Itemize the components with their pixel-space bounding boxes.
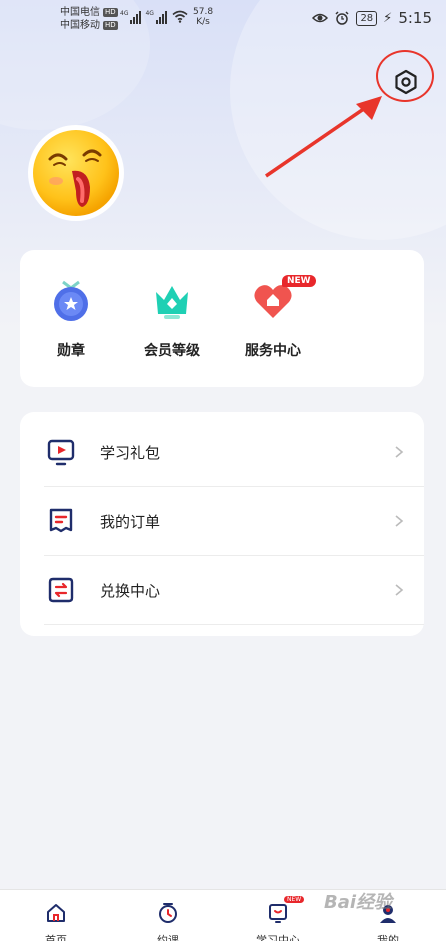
medal-icon xyxy=(54,280,88,321)
carrier-1: 中国电信 HD xyxy=(60,6,118,19)
status-bar: 中国电信 HD 中国移动 HD 4G 4G 57.8 K/s 28 ⚡ 5:15 xyxy=(0,0,446,40)
hd-badge: HD xyxy=(103,8,118,17)
feature-label: 服务中心 xyxy=(245,343,301,359)
feature-card: 勋章 会员等级 NEW 服务中心 xyxy=(20,250,424,387)
feature-medal[interactable]: 勋章 xyxy=(26,278,116,360)
menu-card: 学习礼包 我的订单 兑换中心 xyxy=(20,412,424,636)
menu-item-label: 兑换中心 xyxy=(100,581,161,600)
settings-hexagon-icon xyxy=(395,69,417,95)
order-doc-icon xyxy=(49,508,73,533)
settings-button[interactable] xyxy=(384,60,428,104)
carriers: 中国电信 HD 中国移动 HD xyxy=(60,6,118,32)
network-speed: 57.8 K/s xyxy=(193,7,213,27)
menu-item-label: 学习礼包 xyxy=(100,443,161,462)
carrier-1-name: 中国电信 xyxy=(60,7,100,18)
feature-label: 会员等级 xyxy=(144,343,200,359)
feature-service-center[interactable]: NEW 服务中心 xyxy=(228,275,318,360)
menu-item-exchange-center[interactable]: 兑换中心 xyxy=(44,556,424,625)
emoji-avatar-icon xyxy=(33,130,119,216)
nav-label: 首页 xyxy=(45,934,67,941)
menu-item-label: 我的订单 xyxy=(100,512,161,531)
study-icon xyxy=(269,904,287,923)
nav-label: 我的 xyxy=(377,934,399,941)
carrier-2: 中国移动 HD xyxy=(60,19,118,32)
clock-time: 5:15 xyxy=(398,9,432,27)
nav-book-class[interactable]: 约课 xyxy=(128,902,208,941)
net-speed-value: 57.8 xyxy=(193,7,214,17)
alarm-icon xyxy=(335,11,349,25)
signal-icon: 4G xyxy=(145,10,167,24)
hd-badge: HD xyxy=(103,21,118,30)
signal-icons: 4G 4G xyxy=(120,10,167,24)
chevron-right-icon xyxy=(395,515,404,527)
nav-label: 学习中心 xyxy=(256,934,300,941)
new-badge: NEW xyxy=(282,275,316,287)
chevron-right-icon xyxy=(395,446,404,458)
signal-icon: 4G xyxy=(120,10,142,24)
nav-home[interactable]: 首页 xyxy=(16,902,96,941)
status-right: 28 ⚡ 5:15 xyxy=(312,9,432,27)
video-play-icon xyxy=(47,439,75,466)
nav-study-center[interactable]: NEW 学习中心 xyxy=(238,896,318,941)
feature-label: 勋章 xyxy=(57,343,85,359)
feature-member-level[interactable]: 会员等级 xyxy=(127,278,217,360)
avatar[interactable] xyxy=(28,125,124,221)
charging-icon: ⚡ xyxy=(383,10,393,26)
net-speed-unit: K/s xyxy=(196,17,210,27)
eye-icon xyxy=(312,13,329,23)
new-badge: NEW xyxy=(284,896,305,903)
carrier-2-name: 中国移动 xyxy=(60,20,100,31)
chevron-right-icon xyxy=(395,584,404,596)
wifi-icon xyxy=(172,10,188,23)
nav-label: 约课 xyxy=(157,934,179,941)
clock-icon xyxy=(159,903,177,923)
home-icon xyxy=(47,904,65,922)
battery-indicator: 28 xyxy=(356,10,378,26)
menu-item-my-orders[interactable]: 我的订单 xyxy=(44,487,424,556)
annotation-arrow xyxy=(265,96,382,178)
exchange-icon xyxy=(48,577,74,603)
menu-item-study-package[interactable]: 学习礼包 xyxy=(44,418,424,487)
watermark: Bai经验 xyxy=(324,892,393,913)
crown-icon xyxy=(156,286,188,319)
